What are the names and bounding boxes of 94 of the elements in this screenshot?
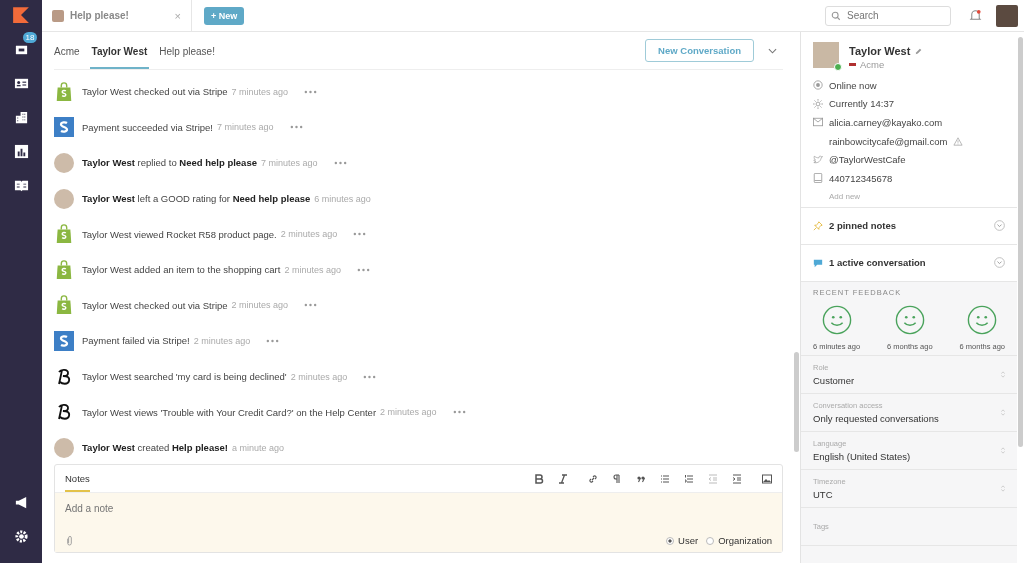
activity-text: Payment failed via Stripe!: [82, 335, 190, 347]
avatar-icon: [54, 153, 74, 173]
shopping-bag-icon: [54, 224, 74, 245]
timestamp: a minute ago: [231, 442, 284, 453]
bold-icon[interactable]: [534, 473, 544, 484]
megaphone-icon[interactable]: [13, 495, 29, 510]
contact-name: Taylor West: [849, 45, 911, 57]
pin-icon: [813, 220, 823, 231]
indent-icon[interactable]: [732, 473, 742, 484]
activity-text: Taylor West viewed Rocket R58 product page.: [82, 228, 277, 240]
book-icon[interactable]: [13, 178, 29, 193]
contact-detail: Currently 14:37: [829, 98, 894, 110]
activity-text: Taylor West added an item to the shopping cart: [82, 264, 281, 276]
avatar-icon: [54, 188, 74, 209]
more-icon[interactable]: [304, 303, 318, 308]
section-title: 1 active conversation: [829, 257, 926, 269]
image-icon[interactable]: [762, 473, 772, 484]
activity-text: Taylor West searched 'my card is being declined': [82, 371, 287, 383]
smiley-icon: [967, 304, 998, 335]
paragraph-icon[interactable]: [612, 473, 622, 484]
activity-text: Payment succeeded via Stripe!: [82, 121, 213, 133]
breadcrumb-tab[interactable]: Acme: [54, 32, 80, 69]
timestamp: 6 minutes ago: [314, 193, 371, 204]
scrollbar-thumb[interactable]: [1018, 37, 1023, 447]
avatar-icon: [54, 437, 74, 458]
numbered-list-icon[interactable]: [684, 473, 694, 484]
phone-icon: [813, 173, 823, 184]
scope-radio[interactable]: User: [666, 535, 699, 546]
pencil-icon[interactable]: [915, 47, 923, 55]
envelope-icon: [813, 117, 823, 128]
activity-text: Taylor West replied to Need help please: [82, 157, 257, 169]
stripe-s-icon: [54, 117, 74, 138]
contact-detail: @TaylorWestCafe: [829, 154, 906, 166]
link-icon[interactable]: [588, 473, 598, 484]
collapsible-section[interactable]: 1 active conversation: [801, 243, 1017, 281]
activity-text: Taylor West checked out via Stripe: [82, 299, 228, 311]
timestamp: 7 minutes ago: [261, 158, 318, 168]
stripe-s-icon: [54, 330, 74, 351]
more-icon[interactable]: [304, 89, 318, 94]
paperclip-icon[interactable]: [65, 535, 74, 546]
timestamp: 2 minutes ago: [193, 335, 251, 346]
scrollbar-thumb[interactable]: [794, 352, 799, 452]
timestamp: 2 minutes ago: [280, 229, 338, 240]
activity-text: Taylor West checked out via Stripe: [82, 86, 228, 98]
shopping-bag-icon: [54, 259, 74, 280]
timestamp: 7 minutes ago: [231, 86, 289, 97]
chevron-down-icon[interactable]: [768, 47, 777, 54]
more-icon[interactable]: [266, 338, 280, 343]
activity-text: Taylor West views 'Trouble with Your Credit Card?' on the Help Center: [82, 406, 377, 418]
shopping-bag-icon: [54, 295, 74, 316]
note-input[interactable]: Add a note: [65, 499, 265, 518]
section-title: 2 pinned notes: [829, 220, 897, 232]
collapsible-section[interactable]: 2 pinned notes: [801, 206, 1017, 244]
breadcrumb-tab[interactable]: Taylor West: [89, 32, 150, 69]
avatar-icon: [52, 9, 64, 22]
smiley-icon: [821, 304, 852, 335]
user-avatar[interactable]: [996, 4, 1018, 27]
shopping-bag-icon: [54, 81, 74, 102]
more-icon[interactable]: [333, 161, 347, 165]
search-field[interactable]: Search: [825, 5, 951, 26]
timestamp: 2 minutes ago: [380, 407, 437, 418]
contacts-icon[interactable]: [13, 76, 29, 91]
status-icon: [813, 80, 823, 91]
more-icon[interactable]: [353, 232, 367, 237]
contact-detail: 440712345678: [829, 172, 893, 184]
count-badge: 18: [22, 32, 38, 43]
timestamp: 2 minutes ago: [231, 300, 289, 311]
timestamp: 2 minutes ago: [284, 264, 341, 275]
breadcrumb-tab[interactable]: Help please!: [159, 32, 215, 69]
building-icon[interactable]: [13, 110, 29, 125]
logo-icon[interactable]: [12, 6, 30, 24]
bell-icon[interactable]: [969, 9, 982, 22]
activity-text: Taylor West left a GOOD rating for Need help please: [82, 193, 311, 205]
sun-icon: [813, 98, 823, 109]
more-icon[interactable]: [452, 410, 466, 415]
settings-icon[interactable]: [13, 529, 29, 544]
chat-bubble-icon: [813, 257, 823, 268]
more-icon[interactable]: [289, 125, 303, 130]
search-icon: [831, 10, 841, 21]
bulleted-list-icon[interactable]: [660, 473, 670, 484]
activity-text: Taylor West created Help please!: [82, 442, 228, 454]
italic-icon[interactable]: [558, 473, 568, 484]
timestamp: 2 minutes ago: [290, 371, 348, 382]
more-icon[interactable]: [356, 267, 370, 272]
twitter-icon: [813, 154, 823, 165]
contact-detail: Online now: [829, 79, 877, 91]
more-icon[interactable]: [363, 374, 377, 379]
flag-icon: [849, 63, 856, 66]
bar-chart-icon[interactable]: [13, 144, 29, 159]
contact-detail: alicia.carney@kayako.com: [829, 117, 943, 128]
scope-radio[interactable]: Organization: [706, 535, 772, 546]
timestamp: 7 minutes ago: [216, 122, 274, 133]
contact-detail: rainbowcitycafe@gmail.com: [829, 135, 948, 147]
smiley-icon: [894, 304, 925, 335]
